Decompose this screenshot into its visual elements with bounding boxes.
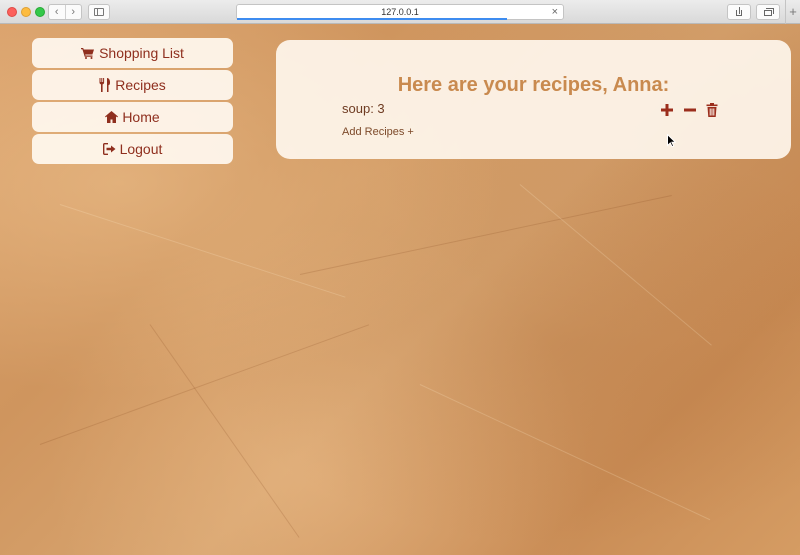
stop-loading-icon[interactable]: ×	[552, 5, 558, 19]
sidebar-toggle-button[interactable]	[88, 4, 110, 20]
mouse-cursor-icon	[667, 133, 677, 152]
recipe-item: soup: 3	[342, 101, 722, 119]
page-title: Here are your recipes, Anna:	[397, 74, 670, 96]
add-recipes-link[interactable]: Add Recipes +	[342, 126, 414, 138]
show-tabs-button[interactable]	[756, 4, 780, 20]
cart-icon	[81, 47, 95, 59]
zoom-window-button[interactable]	[35, 7, 45, 17]
nav-logout[interactable]: Logout	[32, 134, 233, 164]
nav-recipes-label: Recipes	[115, 77, 166, 93]
nav-home-label: Home	[122, 109, 160, 125]
minus-icon	[684, 108, 696, 112]
trash-icon	[706, 103, 718, 117]
nav-shopping-list-label: Shopping List	[99, 45, 184, 61]
history-nav: ‹ ›	[48, 4, 82, 20]
plus-icon	[661, 104, 673, 116]
nav-logout-label: Logout	[119, 141, 163, 157]
increment-button[interactable]	[660, 103, 674, 117]
paper-crease	[299, 195, 672, 275]
minimize-window-button[interactable]	[21, 7, 31, 17]
recipes-panel: Here are your recipes, Anna: soup: 3 Add…	[276, 40, 791, 159]
share-button[interactable]	[727, 4, 751, 20]
address-bar[interactable]: 127.0.0.1 ×	[236, 4, 564, 20]
forward-button[interactable]: ›	[64, 5, 82, 19]
paper-crease	[419, 384, 711, 521]
loading-progress-bar	[237, 18, 507, 20]
nav-home[interactable]: Home	[32, 102, 233, 132]
sign-out-icon	[102, 143, 116, 155]
paper-crease	[59, 204, 346, 298]
utensils-icon	[99, 78, 111, 92]
close-window-button[interactable]	[7, 7, 17, 17]
recipe-label: soup: 3	[342, 101, 385, 116]
nav-recipes[interactable]: Recipes	[32, 70, 233, 100]
paper-crease	[149, 324, 300, 538]
new-tab-button[interactable]: +	[785, 0, 800, 24]
decrement-button[interactable]	[683, 103, 697, 117]
page-background: Shopping List Recipes Home Logout Here a…	[0, 24, 800, 555]
chevron-right-icon: ›	[71, 5, 76, 18]
browser-toolbar: ‹ › 127.0.0.1 × +	[0, 0, 800, 24]
url-text: 127.0.0.1	[381, 7, 419, 17]
chevron-left-icon: ‹	[54, 5, 59, 18]
back-button[interactable]: ‹	[49, 5, 65, 19]
paper-crease	[519, 184, 712, 346]
paper-crease	[39, 324, 370, 445]
nav-shopping-list[interactable]: Shopping List	[32, 38, 233, 68]
delete-button[interactable]	[706, 103, 720, 117]
home-icon	[105, 111, 119, 123]
